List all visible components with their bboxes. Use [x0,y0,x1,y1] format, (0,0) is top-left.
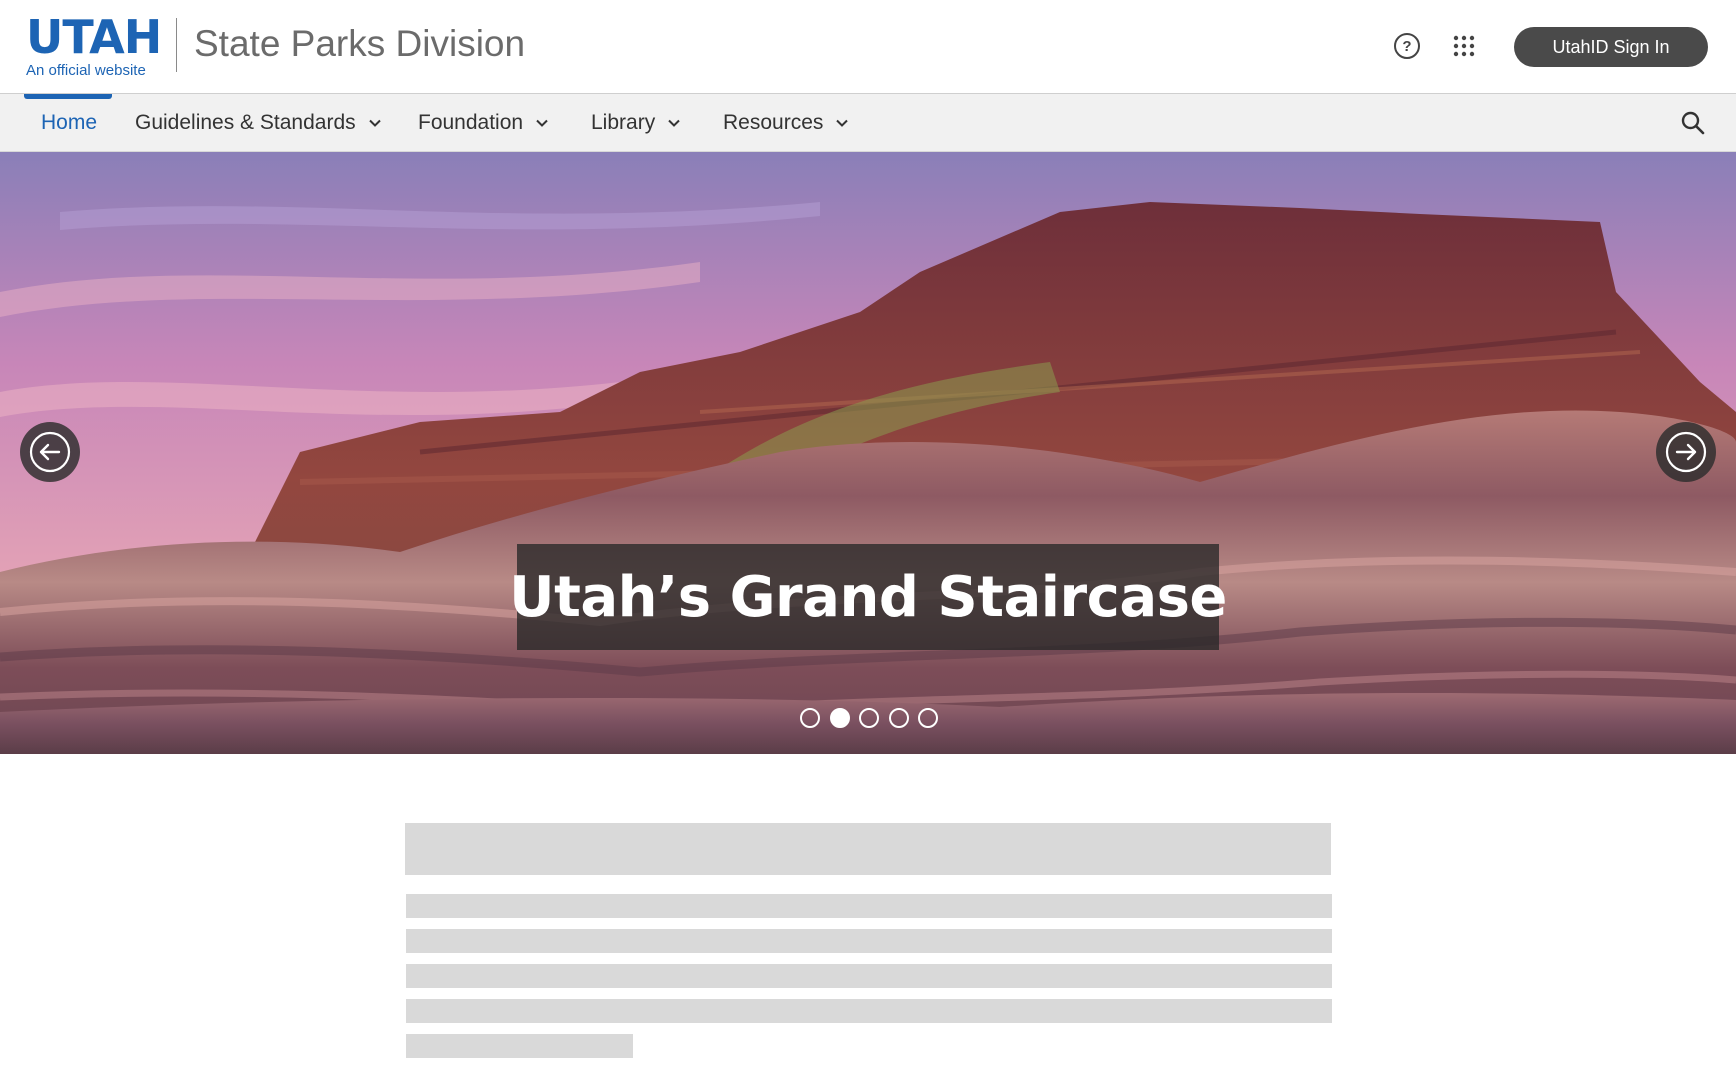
nav-item-label: Resources [723,111,824,134]
logo-divider [176,18,177,72]
help-icon[interactable]: ? [1394,33,1420,59]
nav-item-label: Guidelines & Standards [135,111,356,134]
nav-item-guidelines-standards[interactable]: Guidelines & Standards [135,94,382,152]
slide-caption: Utah’s Grand Staircase [509,544,1227,650]
carousel-dot-1[interactable] [800,708,820,728]
chevron-down-icon [368,119,381,127]
arrow-right-circle-icon[interactable] [1656,422,1716,482]
apps-grid-icon[interactable] [1452,34,1476,58]
chevron-down-icon [836,119,849,127]
nav-item-library[interactable]: Library [591,94,681,152]
placeholder-line [406,929,1332,953]
carousel-dot-4[interactable] [888,708,909,728]
carousel-dot-2[interactable] [829,708,850,728]
nav-item-home[interactable]: Home [41,94,97,152]
nav-item-resources[interactable]: Resources [723,94,849,152]
placeholder-line [406,894,1332,918]
site-title[interactable]: State Parks Division [194,22,525,66]
carousel-indicators [800,708,938,728]
search-icon[interactable] [1680,110,1706,136]
slide-caption-text: Utah’s Grand Staircase [509,564,1227,630]
placeholder-line [406,999,1332,1023]
hero-landscape-image [0,152,1736,754]
site-header: UTAH An official website State Parks Div… [0,0,1736,94]
chevron-down-icon [668,119,680,127]
logo-subtitle: An official website [26,62,146,79]
nav-item-foundation[interactable]: Foundation [418,94,549,152]
nav-item-label: Library [591,111,656,134]
utah-logo[interactable]: UTAH An official website [26,10,162,79]
hero-carousel: Utah’s Grand Staircase [0,152,1736,754]
carousel-dot-5[interactable] [918,708,938,728]
nav-item-label: Foundation [418,111,524,134]
arrow-left-circle-icon[interactable] [20,422,80,482]
placeholder-line [406,1034,633,1058]
placeholder-heading [405,823,1331,875]
nav-item-label: Home [41,111,98,134]
carousel-dot-3[interactable] [859,708,879,728]
placeholder-line [406,964,1332,988]
chevron-down-icon [536,119,548,127]
utahid-signin-button[interactable]: UtahID Sign In [1514,27,1708,67]
main-nav: Home Guidelines & Standards Foundation L… [0,94,1736,152]
main-content-placeholder [0,754,1736,1080]
logo-wordmark: UTAH [26,10,162,64]
